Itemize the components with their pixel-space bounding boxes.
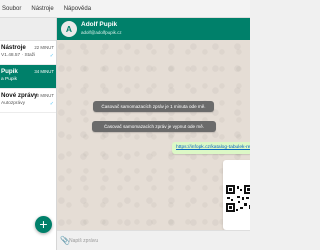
chat-item-pupik[interactable]: Pupik 34 MINUT a Pupik (0, 65, 56, 89)
conversation-pane: A Adolf Pupik adolf@adolfpupik.cz Časova… (57, 18, 250, 250)
chat-time: 22 MINUT (34, 45, 54, 50)
chat-name: Nové zprávy (1, 92, 38, 99)
chat-background-pattern (57, 40, 250, 230)
qr-code-icon (226, 185, 250, 212)
conversation-list-header (0, 18, 56, 41)
chat-time: 40 MINUT (34, 93, 54, 98)
conversation-list: Nástroje 22 MINUT V1.48.57 · Staži ✓ Pup… (0, 18, 57, 250)
read-check-icon: ✓ (49, 53, 54, 59)
message-composer: 📎 (57, 230, 250, 250)
menu-item-nastroje[interactable]: Nástroje (26, 6, 58, 12)
avatar[interactable]: A (61, 21, 77, 37)
system-message: Časovač samomazacích zpráv je 1 minuta o… (93, 101, 214, 112)
menu-item-soubor[interactable]: Soubor (0, 6, 26, 12)
read-check-icon: ✓ (49, 101, 54, 107)
chat-item-nove-zpravy[interactable]: Nové zprávy 40 MINUT Autozprávy ✓ (0, 89, 56, 113)
qr-code-image-message[interactable] (223, 160, 250, 230)
chat-snippet: Autozprávy (1, 101, 25, 106)
contact-name: Adolf Pupik (81, 21, 118, 28)
menu-item-napoveda[interactable]: Nápověda (59, 6, 96, 12)
chat-snippet: V1.48.57 · Staži (1, 53, 36, 58)
message-input[interactable] (69, 235, 245, 246)
system-message: Časovač samomazacích zpráv je vypnut ode… (92, 121, 216, 132)
chat-name: Pupik (1, 68, 18, 75)
chat-snippet: a Pupik (1, 77, 17, 82)
contact-email: adolf@adolfpupik.cz (81, 30, 122, 35)
new-chat-button[interactable]: + (35, 216, 52, 233)
chat-name: Nástroje (1, 44, 26, 51)
plus-icon: + (39, 216, 48, 232)
message-link[interactable]: https://infopk.cz/katalog-tabulek-reklam (172, 142, 250, 150)
menu-bar: Soubor Nástroje Nápověda (0, 0, 250, 18)
chat-item-nastroje[interactable]: Nástroje 22 MINUT V1.48.57 · Staži ✓ (0, 41, 56, 65)
conversation-header[interactable]: A Adolf Pupik adolf@adolfpupik.cz (57, 18, 250, 40)
outgoing-message-bubble: https://infopk.cz/katalog-tabulek-reklam (172, 142, 250, 154)
chat-time: 34 MINUT (34, 69, 54, 74)
